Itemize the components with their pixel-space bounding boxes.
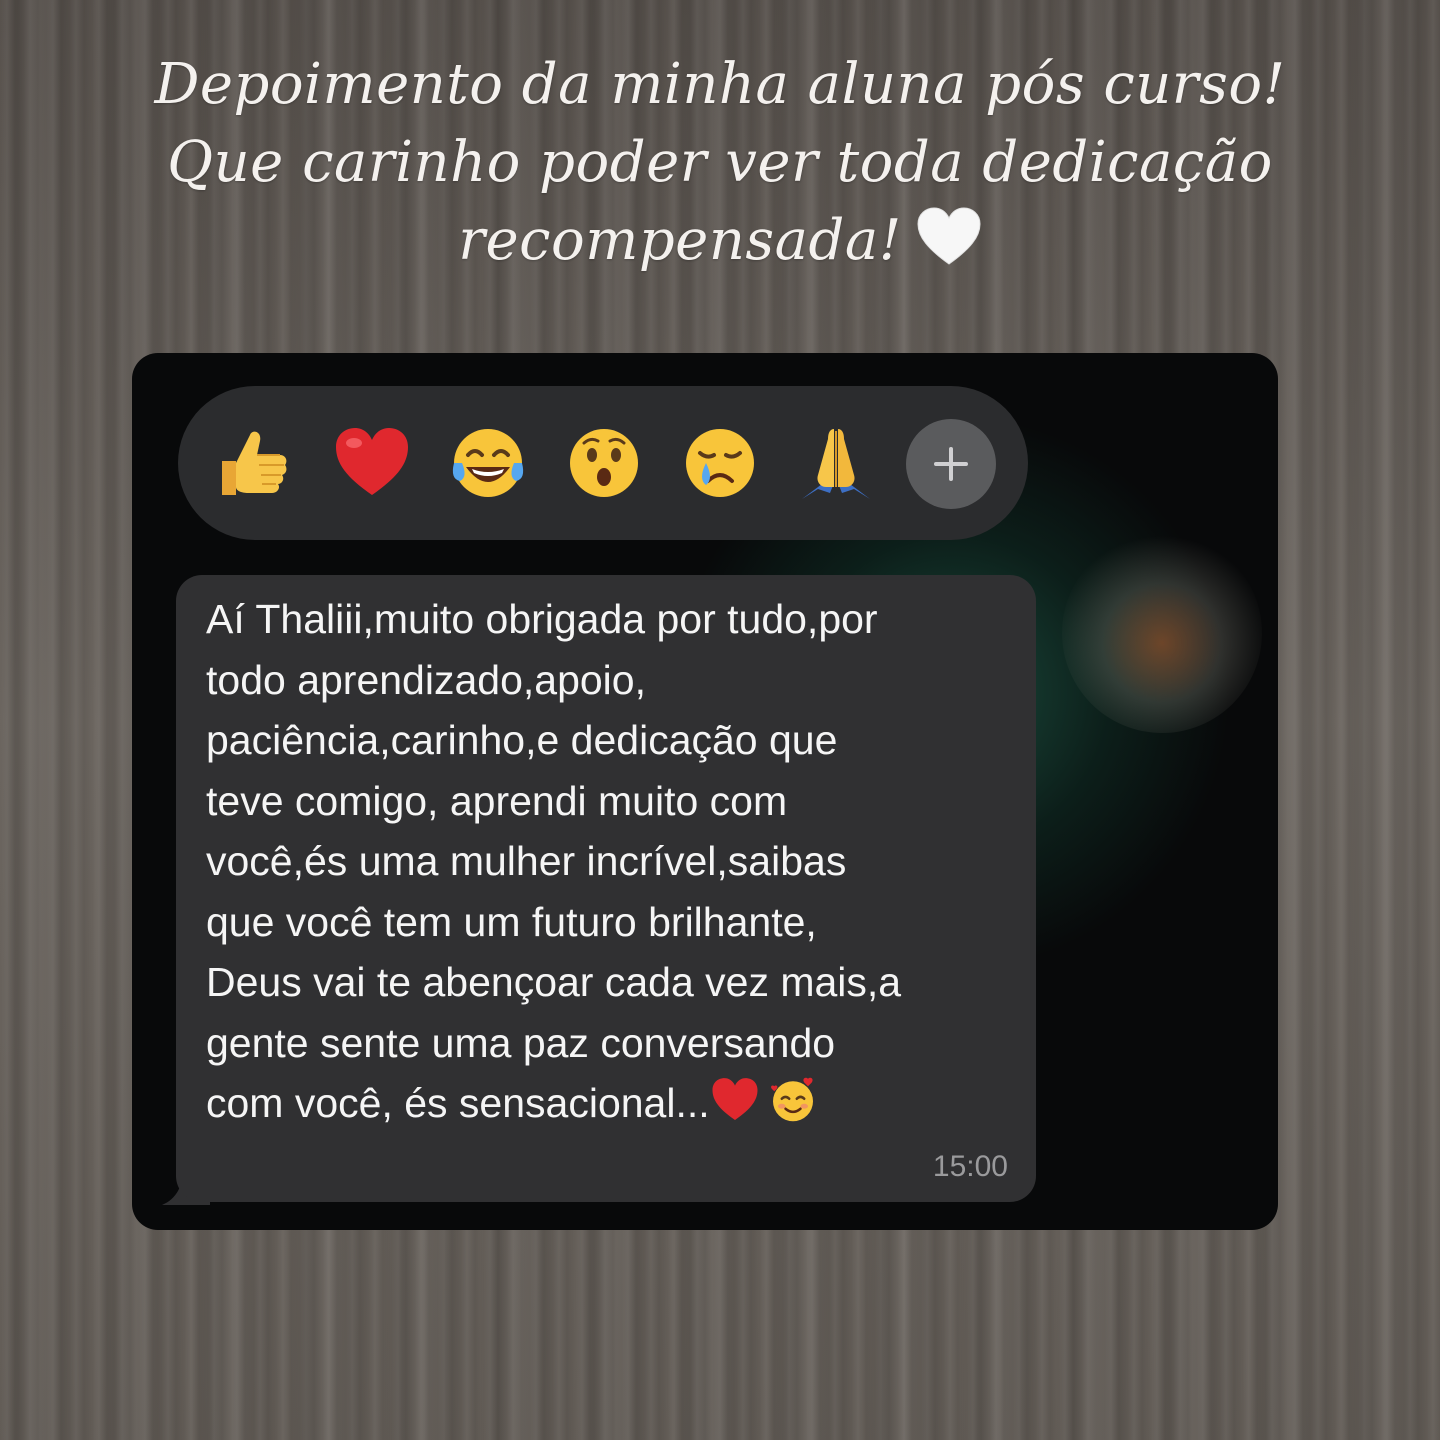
- caption-line-3: recompensada!: [458, 208, 902, 273]
- crying-face-icon[interactable]: [680, 423, 760, 503]
- background-blur-orange: [1062, 533, 1262, 733]
- plus-icon: [934, 447, 968, 481]
- caption-line-2: Que carinho poder ver toda dedicação: [167, 130, 1273, 195]
- folded-hands-icon[interactable]: [796, 423, 876, 503]
- tears-of-joy-icon[interactable]: [448, 423, 528, 503]
- message-text: Aí Thaliii,muito obrigada por tudo,por t…: [206, 596, 902, 1126]
- message-timestamp: 15:00: [932, 1150, 1008, 1183]
- red-heart-icon[interactable]: [332, 423, 412, 503]
- message-text-block: Aí Thaliii,muito obrigada por tudo,por t…: [206, 589, 1016, 1134]
- red-heart-icon: [710, 1075, 760, 1125]
- smiling-face-with-hearts-icon: [768, 1075, 818, 1125]
- story-caption: Depoimento da minha aluna pós curso! Que…: [120, 46, 1320, 280]
- chat-screenshot-card: Aí Thaliii,muito obrigada por tudo,por t…: [132, 353, 1278, 1230]
- add-reaction-button[interactable]: [906, 419, 996, 509]
- surprised-face-icon[interactable]: [564, 423, 644, 503]
- reaction-bar: [178, 386, 1028, 540]
- caption-line-1: Depoimento da minha aluna pós curso!: [154, 52, 1286, 117]
- message-bubble[interactable]: Aí Thaliii,muito obrigada por tudo,por t…: [176, 575, 1036, 1202]
- white-heart-icon: [916, 207, 982, 267]
- caption-line-3-wrapper: recompensada!: [120, 202, 1320, 280]
- thumbs-up-icon[interactable]: [214, 423, 294, 503]
